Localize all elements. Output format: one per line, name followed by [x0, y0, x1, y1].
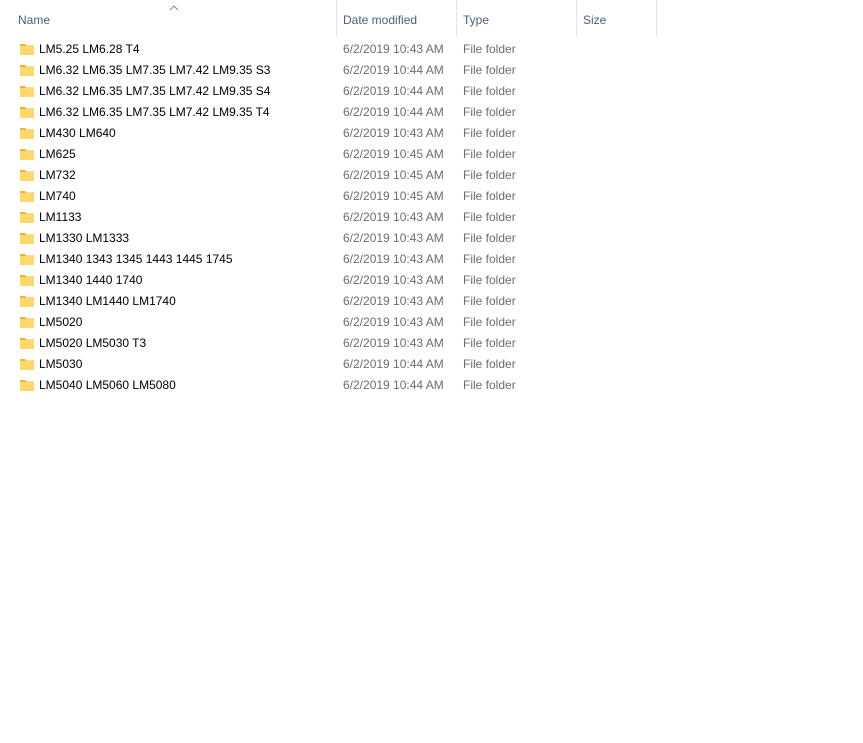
- file-name: LM1330 LM1333: [39, 231, 130, 245]
- column-header-date-label: Date modified: [343, 13, 418, 27]
- file-date-modified: 6/2/2019 10:43 AM: [343, 42, 444, 56]
- file-row[interactable]: LM1340 1343 1345 1443 1445 1745 6/2/2019 …: [0, 249, 863, 270]
- file-type: File folder: [463, 189, 516, 203]
- folder-icon: [20, 212, 34, 223]
- file-name: LM430 LM640: [39, 126, 116, 140]
- file-type: File folder: [463, 147, 516, 161]
- file-row[interactable]: LM740 6/2/2019 10:45 AM File folder: [0, 186, 863, 207]
- file-type: File folder: [463, 63, 516, 77]
- file-type: File folder: [463, 168, 516, 182]
- file-date-modified: 6/2/2019 10:43 AM: [343, 336, 444, 350]
- file-type: File folder: [463, 126, 516, 140]
- file-date-modified: 6/2/2019 10:44 AM: [343, 84, 444, 98]
- folder-icon: [20, 296, 34, 307]
- file-date-modified: 6/2/2019 10:44 AM: [343, 63, 444, 77]
- column-header-size[interactable]: Size: [577, 0, 657, 36]
- file-name: LM1340 1440 1740: [39, 273, 143, 287]
- file-name: LM740: [39, 189, 76, 203]
- file-type: File folder: [463, 105, 516, 119]
- file-name: LM732: [39, 168, 76, 182]
- file-row[interactable]: LM5040 LM5060 LM5080 6/2/2019 10:44 AM Fil…: [0, 375, 863, 396]
- file-type: File folder: [463, 252, 516, 266]
- folder-icon: [20, 338, 34, 349]
- file-date-modified: 6/2/2019 10:43 AM: [343, 315, 444, 329]
- file-type: File folder: [463, 42, 516, 56]
- file-type: File folder: [463, 294, 516, 308]
- file-name: LM1340 1343 1345 1443 1445 1745: [39, 252, 233, 266]
- file-row[interactable]: LM5020 6/2/2019 10:43 AM File folder: [0, 312, 863, 333]
- file-date-modified: 6/2/2019 10:43 AM: [343, 294, 444, 308]
- folder-icon: [20, 191, 34, 202]
- folder-icon: [20, 170, 34, 181]
- file-name: LM5020: [39, 315, 83, 329]
- file-date-modified: 6/2/2019 10:43 AM: [343, 273, 444, 287]
- folder-icon: [20, 128, 34, 139]
- file-row[interactable]: LM5030 6/2/2019 10:44 AM File folder: [0, 354, 863, 375]
- file-name: LM1340 LM1440 LM1740: [39, 294, 176, 308]
- folder-icon: [20, 107, 34, 118]
- file-name: LM1133: [39, 210, 82, 224]
- folder-icon: [20, 149, 34, 160]
- file-date-modified: 6/2/2019 10:43 AM: [343, 126, 444, 140]
- file-name: LM5.25 LM6.28 T4: [39, 42, 140, 56]
- column-header-name[interactable]: Name: [0, 0, 337, 36]
- file-type: File folder: [463, 273, 516, 287]
- file-row[interactable]: LM625 6/2/2019 10:45 AM File folder: [0, 144, 863, 165]
- file-name: LM6.32 LM6.35 LM7.35 LM7.42 LM9.35 S4: [39, 84, 271, 98]
- folder-icon: [20, 254, 34, 265]
- file-date-modified: 6/2/2019 10:44 AM: [343, 378, 444, 392]
- column-header-size-label: Size: [583, 13, 607, 27]
- file-type: File folder: [463, 357, 516, 371]
- folder-icon: [20, 359, 34, 370]
- chevron-up-icon: [169, 5, 179, 11]
- folder-icon: [20, 275, 34, 286]
- file-date-modified: 6/2/2019 10:43 AM: [343, 252, 444, 266]
- file-date-modified: 6/2/2019 10:43 AM: [343, 231, 444, 245]
- file-row[interactable]: LM1340 LM1440 LM1740 6/2/2019 10:43 AM Fil…: [0, 291, 863, 312]
- file-name: LM5030: [39, 357, 83, 371]
- column-header-name-label: Name: [18, 13, 51, 27]
- column-header-date-modified[interactable]: Date modified: [337, 0, 457, 36]
- file-row[interactable]: LM5.25 LM6.28 T4 6/2/2019 10:43 AM File fo…: [0, 39, 863, 60]
- file-row[interactable]: LM1340 1440 1740 6/2/2019 10:43 AM File fo…: [0, 270, 863, 291]
- file-row[interactable]: LM6.32 LM6.35 LM7.35 LM7.42 LM9.35 S4 6/2…: [0, 81, 863, 102]
- file-date-modified: 6/2/2019 10:44 AM: [343, 105, 444, 119]
- file-type: File folder: [463, 231, 516, 245]
- column-header-type[interactable]: Type: [457, 0, 577, 36]
- file-date-modified: 6/2/2019 10:45 AM: [343, 168, 444, 182]
- file-type: File folder: [463, 315, 516, 329]
- column-header-type-label: Type: [463, 13, 490, 27]
- folder-icon: [20, 317, 34, 328]
- folder-icon: [20, 44, 34, 55]
- file-date-modified: 6/2/2019 10:45 AM: [343, 147, 444, 161]
- file-name: LM5040 LM5060 LM5080: [39, 378, 176, 392]
- file-type: File folder: [463, 84, 516, 98]
- file-name: LM625: [39, 147, 76, 161]
- folder-icon: [20, 65, 34, 76]
- file-date-modified: 6/2/2019 10:43 AM: [343, 210, 444, 224]
- file-name: LM6.32 LM6.35 LM7.35 LM7.42 LM9.35 S3: [39, 63, 271, 77]
- file-row[interactable]: LM6.32 LM6.35 LM7.35 LM7.42 LM9.35 S3 6/2…: [0, 60, 863, 81]
- file-row[interactable]: LM732 6/2/2019 10:45 AM File folder: [0, 165, 863, 186]
- file-date-modified: 6/2/2019 10:45 AM: [343, 189, 444, 203]
- file-type: File folder: [463, 378, 516, 392]
- file-row[interactable]: LM1133 6/2/2019 10:43 AM File folder: [0, 207, 863, 228]
- file-name: LM5020 LM5030 T3: [39, 336, 147, 350]
- file-date-modified: 6/2/2019 10:44 AM: [343, 357, 444, 371]
- file-row[interactable]: LM5020 LM5030 T3 6/2/2019 10:43 AM File fo…: [0, 333, 863, 354]
- folder-icon: [20, 233, 34, 244]
- file-type: File folder: [463, 210, 516, 224]
- folder-icon: [20, 380, 34, 391]
- folder-icon: [20, 86, 34, 97]
- file-name: LM6.32 LM6.35 LM7.35 LM7.42 LM9.35 T4: [39, 105, 270, 119]
- file-row[interactable]: LM1330 LM1333 6/2/2019 10:43 AM File folde…: [0, 228, 863, 249]
- file-row[interactable]: LM6.32 LM6.35 LM7.35 LM7.42 LM9.35 T4 6/2…: [0, 102, 863, 123]
- file-row[interactable]: LM430 LM640 6/2/2019 10:43 AM File folder: [0, 123, 863, 144]
- file-list: LM5.25 LM6.28 T4 6/2/2019 10:43 AM File fo…: [0, 39, 863, 396]
- column-header-bar: Name Date modified Type Size: [0, 0, 863, 36]
- file-type: File folder: [463, 336, 516, 350]
